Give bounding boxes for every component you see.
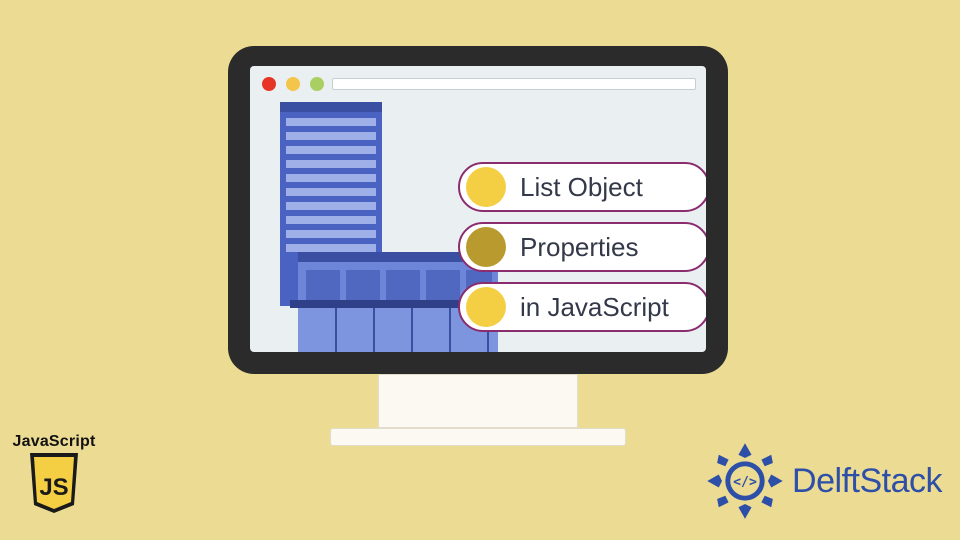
monitor-illustration: List Object Properties in JavaScript	[228, 46, 728, 446]
pill-item: List Object	[458, 162, 706, 212]
bullet-icon	[466, 227, 506, 267]
bullet-icon	[466, 167, 506, 207]
url-bar	[332, 78, 696, 90]
js-shield-icon: JS	[26, 453, 82, 515]
close-icon	[262, 77, 276, 91]
pill-label: in JavaScript	[520, 292, 669, 323]
monitor-stand-base	[330, 428, 626, 446]
monitor-stand-neck	[378, 374, 578, 428]
browser-chrome-bar	[260, 74, 696, 94]
traffic-lights	[262, 77, 324, 91]
minimize-icon	[286, 77, 300, 91]
delftstack-logo-icon: </>	[704, 440, 786, 522]
javascript-logo: JavaScript JS	[6, 433, 102, 520]
monitor-bezel: List Object Properties in JavaScript	[228, 46, 728, 374]
pill-label: List Object	[520, 172, 643, 203]
delftstack-brand: </> DelftStack	[704, 440, 942, 522]
maximize-icon	[310, 77, 324, 91]
javascript-logo-label: JavaScript	[6, 433, 102, 451]
code-glyph: </>	[733, 475, 757, 490]
pill-label: Properties	[520, 232, 639, 263]
title-pill-list: List Object Properties in JavaScript	[458, 162, 706, 332]
js-initials: JS	[39, 474, 68, 501]
delftstack-wordmark: DelftStack	[792, 462, 942, 501]
pill-item: in JavaScript	[458, 282, 706, 332]
monitor-screen: List Object Properties in JavaScript	[250, 66, 706, 352]
bullet-icon	[466, 287, 506, 327]
pill-item: Properties	[458, 222, 706, 272]
